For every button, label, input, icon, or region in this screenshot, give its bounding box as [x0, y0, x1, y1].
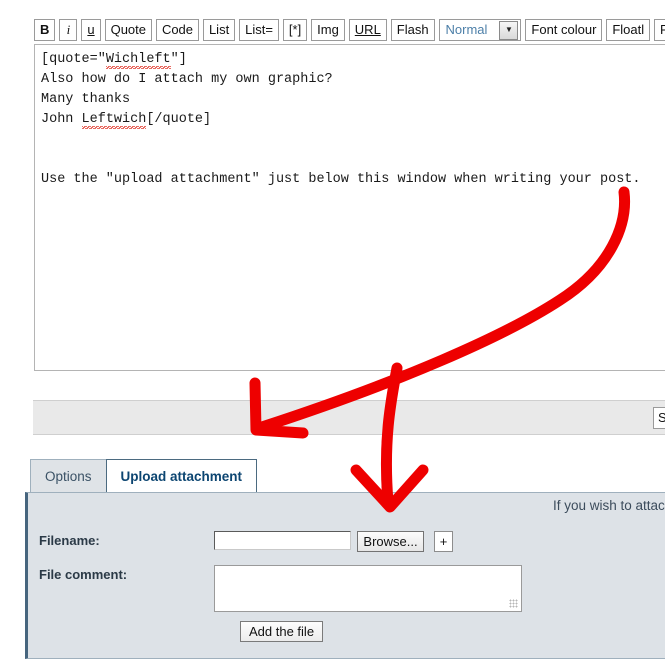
ordered-list-button[interactable]: List= [239, 19, 279, 41]
add-attachment-row-button[interactable]: + [434, 531, 453, 552]
message-textarea[interactable]: [quote="Wichleft"] Also how do I attach … [34, 44, 665, 371]
url-button[interactable]: URL [348, 19, 387, 41]
add-the-file-button[interactable]: Add the file [240, 621, 324, 642]
filename-row: Filename: Browse... + [39, 531, 453, 552]
filename-input[interactable] [214, 531, 351, 550]
quote-button[interactable]: Quote [104, 19, 152, 41]
italic-button[interactable]: i [59, 19, 78, 41]
misspelled-word-wichleft: Wichleft [105, 52, 171, 69]
font-size-select[interactable]: Normal ▼ [438, 19, 522, 41]
arrow-stroke-branch [380, 362, 403, 508]
quote-open-line: [quote="Wichleft"] [41, 52, 187, 69]
bold-button[interactable]: B [34, 19, 56, 41]
list-item-button[interactable]: [*] [282, 19, 308, 41]
chevron-down-icon[interactable]: ▼ [499, 20, 519, 40]
font-colour-button[interactable]: Font colour [525, 19, 603, 41]
attachment-help-note: If you wish to attac [553, 498, 665, 513]
underline-button[interactable]: u [81, 19, 101, 41]
message-content: [quote="Wichleft"] Also how do I attach … [35, 45, 665, 195]
file-comment-row: File comment: [39, 565, 522, 612]
submit-bar [33, 400, 665, 435]
message-line-5: Use the "upload attachment" just below t… [41, 172, 641, 187]
image-button[interactable]: Img [311, 19, 345, 41]
font-size-value: Normal [445, 22, 488, 37]
quote-open-prefix: [quote=" [41, 52, 106, 67]
attachment-tabs: Options Upload attachment [30, 459, 258, 492]
upload-attachment-panel: If you wish to attac Filename: Browse...… [25, 492, 665, 659]
list-button[interactable]: List [202, 19, 236, 41]
float-right-button[interactable]: F [654, 19, 665, 41]
submit-button[interactable]: S [653, 407, 665, 429]
editor-toolbar: B i u Quote Code List List= [*] Img URL … [34, 19, 665, 43]
file-comment-label: File comment: [39, 567, 128, 582]
misspelled-word-leftwich: Leftwich [81, 112, 147, 129]
code-button[interactable]: Code [155, 19, 199, 41]
quote-open-suffix: "] [170, 52, 187, 67]
tab-options[interactable]: Options [30, 459, 107, 492]
quote-close-tag: [/quote] [146, 112, 212, 127]
flash-button[interactable]: Flash [390, 19, 435, 41]
tab-upload-attachment[interactable]: Upload attachment [105, 459, 258, 492]
message-line-2: Also how do I attach my own graphic? [41, 72, 333, 87]
filename-label: Filename: [39, 533, 100, 548]
message-line-3: Many thanks [41, 92, 131, 107]
resize-grip-icon[interactable] [509, 599, 518, 608]
float-left-button[interactable]: Floatl [606, 19, 651, 41]
signature-firstname: John [41, 112, 82, 127]
browse-button[interactable]: Browse... [357, 531, 424, 552]
file-comment-textarea[interactable] [214, 565, 522, 612]
quote-close-line: John Leftwich[/quote] [41, 112, 211, 129]
